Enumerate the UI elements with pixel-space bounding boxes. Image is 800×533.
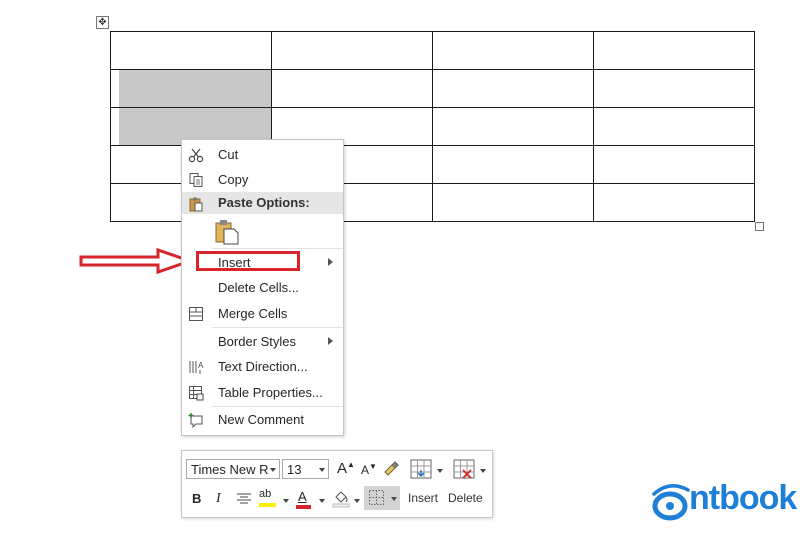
menu-item-border-styles[interactable]: Border Styles — [182, 330, 343, 354]
menu-item-label: Copy — [218, 172, 249, 187]
table-cell[interactable] — [432, 31, 594, 70]
menu-separator — [212, 327, 343, 328]
center-align-icon[interactable] — [236, 492, 252, 509]
highlight-color-swatch — [259, 503, 276, 507]
table-cell[interactable] — [593, 183, 755, 222]
chevron-down-icon[interactable] — [437, 469, 443, 473]
delete-label[interactable]: Delete — [448, 491, 483, 505]
table-cell[interactable] — [432, 69, 594, 108]
table-cell[interactable] — [110, 69, 272, 108]
menu-item-cut[interactable]: Cut — [182, 143, 343, 167]
menu-item-text-direction[interactable]: A Text Direction... — [182, 355, 343, 379]
grow-font-button[interactable]: A▲ — [337, 460, 355, 477]
table-cell[interactable] — [432, 107, 594, 146]
insert-label[interactable]: Insert — [408, 491, 438, 505]
ntbook-logo-icon — [652, 484, 690, 521]
table-row — [110, 69, 755, 108]
borders-button[interactable] — [364, 486, 400, 510]
shrink-font-button[interactable]: A▼ — [361, 462, 377, 477]
paste-icon — [188, 196, 204, 212]
chevron-down-icon — [319, 468, 325, 472]
table-move-handle-icon[interactable]: ✥ — [96, 16, 109, 29]
table-cell[interactable] — [593, 145, 755, 184]
borders-icon — [369, 490, 384, 505]
svg-text:A: A — [198, 361, 204, 370]
table-cell[interactable] — [432, 145, 594, 184]
ntbook-logo-text: ntbook — [689, 479, 797, 517]
annotation-arrow-icon — [79, 247, 195, 275]
menu-item-delete-cells[interactable]: Delete Cells... — [182, 276, 343, 300]
scissors-icon — [188, 147, 204, 163]
menu-item-copy[interactable]: Copy — [182, 168, 343, 192]
table-cell[interactable] — [271, 31, 433, 70]
chevron-down-icon[interactable] — [354, 499, 360, 503]
font-color-glyph: A — [298, 489, 307, 504]
font-color-swatch — [296, 505, 311, 509]
menu-item-label: Table Properties... — [218, 385, 323, 400]
menu-item-new-comment[interactable]: New Comment — [182, 408, 343, 432]
new-comment-icon — [188, 412, 204, 429]
table-cell[interactable] — [271, 69, 433, 108]
bold-button[interactable]: B — [192, 491, 201, 506]
menu-item-label: Delete Cells... — [218, 280, 299, 295]
table-cell[interactable] — [593, 69, 755, 108]
menu-separator — [212, 248, 343, 249]
menu-separator — [212, 406, 343, 407]
chevron-down-icon[interactable] — [283, 499, 289, 503]
insert-table-rows-icon[interactable] — [410, 459, 436, 484]
menu-item-merge-cells[interactable]: Merge Cells — [182, 302, 343, 326]
font-name-combo[interactable]: Times New Rc — [186, 459, 280, 479]
shading-icon[interactable] — [332, 488, 350, 511]
menu-item-label: Merge Cells — [218, 306, 288, 321]
shrink-font-icon: A — [361, 463, 370, 477]
italic-button[interactable]: I — [216, 491, 221, 507]
paste-options-header: Paste Options: — [182, 192, 343, 214]
cell-selection-highlight — [119, 70, 271, 107]
chevron-down-icon — [391, 497, 397, 501]
font-size-combo[interactable]: 13 — [282, 459, 329, 479]
table-cell[interactable] — [593, 107, 755, 146]
table-properties-icon — [188, 385, 204, 401]
table-cell[interactable] — [110, 31, 272, 70]
chevron-down-icon[interactable] — [319, 499, 325, 503]
delete-table-icon[interactable] — [453, 459, 479, 484]
chevron-down-icon[interactable] — [480, 469, 486, 473]
menu-item-label: Paste Options: — [218, 195, 310, 210]
menu-item-label: Text Direction... — [218, 359, 308, 374]
submenu-arrow-icon — [328, 337, 333, 345]
table-resize-handle[interactable] — [755, 222, 764, 231]
menu-item-label: Border Styles — [218, 334, 297, 349]
text-direction-icon: A — [188, 359, 204, 375]
paste-keep-source-formatting-icon[interactable] — [215, 219, 239, 248]
highlight-glyph: ab — [259, 488, 272, 500]
chevron-down-icon — [270, 468, 276, 472]
format-painter-icon[interactable] — [382, 460, 400, 481]
font-size-value: 13 — [287, 462, 302, 477]
submenu-arrow-icon — [328, 258, 333, 266]
menu-item-label: New Comment — [218, 412, 304, 427]
merge-cells-icon — [188, 306, 204, 322]
copy-icon — [188, 172, 204, 188]
context-menu: Cut Copy Paste Options: Insert Delete Ce… — [181, 139, 344, 436]
menu-item-label: Cut — [218, 147, 239, 162]
table-cell[interactable] — [432, 183, 594, 222]
menu-item-table-properties[interactable]: Table Properties... — [182, 381, 343, 405]
font-name-value: Times New Rc — [191, 462, 269, 477]
insert-highlight-box — [196, 251, 300, 271]
table-row — [110, 31, 755, 70]
table-cell[interactable] — [593, 31, 755, 70]
mini-toolbar: Times New Rc 13 A▲ A▼ B I ab A Insert De… — [181, 450, 493, 518]
grow-font-icon: A — [337, 460, 348, 477]
